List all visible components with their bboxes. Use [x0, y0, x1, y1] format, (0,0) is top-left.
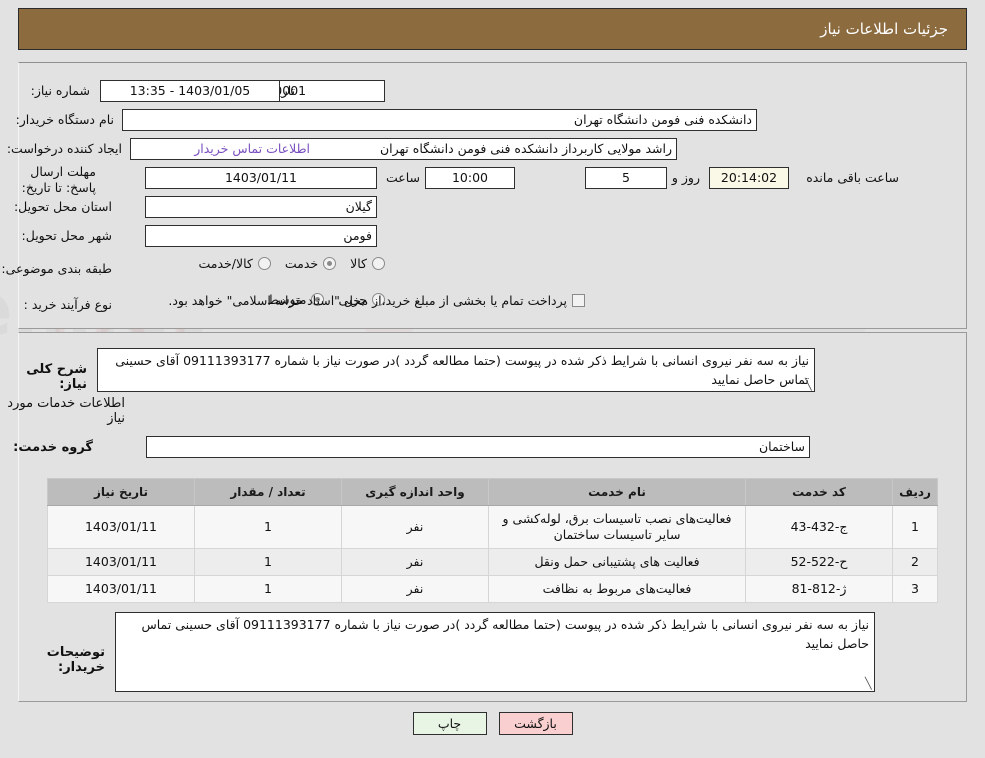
requester-label: ایجاد کننده درخواست: [6, 141, 122, 156]
remaining-time-suffix: ساعت باقی مانده [806, 170, 899, 185]
buyer-org-field[interactable]: دانشکده فنی فومن دانشگاه تهران [122, 109, 757, 131]
category-radio-group[interactable]: کالا خدمت کالا/خدمت [198, 256, 385, 271]
cell-date: 1403/01/11 [47, 548, 195, 576]
cell-name: فعالیت‌های نصب تاسیسات برق، لوله‌کشی و س… [488, 505, 746, 549]
buyer-notes-label: توضیحات خریدار: [46, 645, 105, 675]
th-date: تاریخ نیاز [47, 478, 195, 506]
remaining-days-field: 5 [585, 167, 667, 189]
print-button[interactable]: چاپ [412, 712, 487, 735]
deadline-hour-label: ساعت [385, 170, 420, 185]
process-type-label: نوع فرآیند خرید : [23, 297, 112, 312]
cell-qty: 1 [194, 575, 342, 603]
cell-unit: نفر [341, 505, 489, 549]
th-row: ردیف [892, 478, 938, 506]
cell-name: فعالیت‌های مربوط به نظافت [488, 575, 746, 603]
city-field[interactable]: فومن [145, 225, 377, 247]
cell-row: 1 [892, 505, 938, 549]
services-table: ردیف کد خدمت نام خدمت واحد اندازه گیری ت… [47, 478, 938, 603]
table-row: 1 ج-432-43 فعالیت‌های نصب تاسیسات برق، ل… [47, 505, 938, 549]
description-label: شرح کلی نیاز: [26, 362, 87, 392]
category-radio-kala-khedmat[interactable]: کالا/خدمت [198, 256, 271, 271]
back-button[interactable]: بازگشت [498, 712, 573, 735]
deadline-label: مهلت ارسال پاسخ: تا تاریخ: [21, 164, 96, 195]
radio-icon [372, 257, 385, 270]
th-unit: واحد اندازه گیری [341, 478, 489, 506]
cell-row: 3 [892, 575, 938, 603]
services-section-title: اطلاعات خدمات مورد نیاز [7, 396, 125, 426]
page-header-bar: جزئیات اطلاعات نیاز [18, 8, 967, 50]
buyer-notes-textarea[interactable]: نیاز به سه نفر نیروی انسانی با شرایط ذکر… [115, 612, 875, 692]
table-header-row: ردیف کد خدمت نام خدمت واحد اندازه گیری ت… [47, 478, 938, 506]
category-radio-label: خدمت [284, 256, 319, 271]
deadline-hour-field[interactable]: 10:00 [425, 167, 515, 189]
cell-row: 2 [892, 548, 938, 576]
th-name: نام خدمت [488, 478, 746, 506]
remaining-time-field: 20:14:02 [709, 167, 789, 189]
service-group-field[interactable]: ساختمان [146, 436, 810, 458]
category-radio-label: کالا/خدمت [198, 256, 253, 271]
remaining-days-suffix: روز و [671, 170, 700, 185]
need-number-label: شماره نیاز: [30, 83, 90, 98]
treasury-checkbox-label: پرداخت تمام یا بخشی از مبلغ خرید،از محل … [168, 293, 567, 308]
service-group-label: گروه خدمت: [13, 440, 93, 455]
cell-code: ح-522-52 [745, 548, 893, 576]
radio-selected-icon [323, 257, 337, 270]
buyer-org-label: نام دستگاه خریدار: [15, 112, 114, 127]
category-radio-khedmat[interactable]: خدمت [284, 256, 337, 271]
treasury-checkbox[interactable]: پرداخت تمام یا بخشی از مبلغ خرید،از محل … [168, 293, 585, 308]
category-radio-kala[interactable]: کالا [350, 256, 385, 271]
cell-date: 1403/01/11 [47, 575, 195, 603]
table-row: 3 ژ-812-81 فعالیت‌های مربوط به نظافت نفر… [47, 575, 938, 603]
table-row: 2 ح-522-52 فعالیت های پشتیبانی حمل ونقل … [47, 548, 938, 576]
checkbox-icon [572, 294, 585, 307]
deadline-date-field[interactable]: 1403/01/11 [145, 167, 377, 189]
cell-qty: 1 [194, 548, 342, 576]
cell-code: ج-432-43 [745, 505, 893, 549]
province-label: استان محل تحویل: [13, 199, 112, 214]
th-qty: تعداد / مقدار [194, 478, 342, 506]
cell-name: فعالیت های پشتیبانی حمل ونقل [488, 548, 746, 576]
province-field[interactable]: گیلان [145, 196, 377, 218]
services-table-wrap: ردیف کد خدمت نام خدمت واحد اندازه گیری ت… [47, 478, 938, 603]
city-label: شهر محل تحویل: [21, 228, 112, 243]
th-code: کد خدمت [745, 478, 893, 506]
page-root: AriaTender.net جزئیات اطلاعات نیاز شماره… [0, 0, 985, 758]
radio-icon [257, 257, 271, 270]
category-label: طبقه بندی موضوعی: [1, 261, 112, 276]
page-title: جزئیات اطلاعات نیاز [820, 20, 948, 38]
action-buttons: بازگشت چاپ [0, 712, 985, 735]
public-announce-field[interactable]: 1403/01/05 - 13:35 [100, 80, 280, 102]
category-radio-label: کالا [350, 256, 367, 271]
cell-code: ژ-812-81 [745, 575, 893, 603]
buyer-contact-link[interactable]: اطلاعات تماس خریدار [194, 141, 310, 156]
cell-date: 1403/01/11 [47, 505, 195, 549]
cell-unit: نفر [341, 548, 489, 576]
cell-qty: 1 [194, 505, 342, 549]
cell-unit: نفر [341, 575, 489, 603]
description-textarea[interactable]: نیاز به سه نفر نیروی انسانی با شرایط ذکر… [97, 348, 815, 392]
